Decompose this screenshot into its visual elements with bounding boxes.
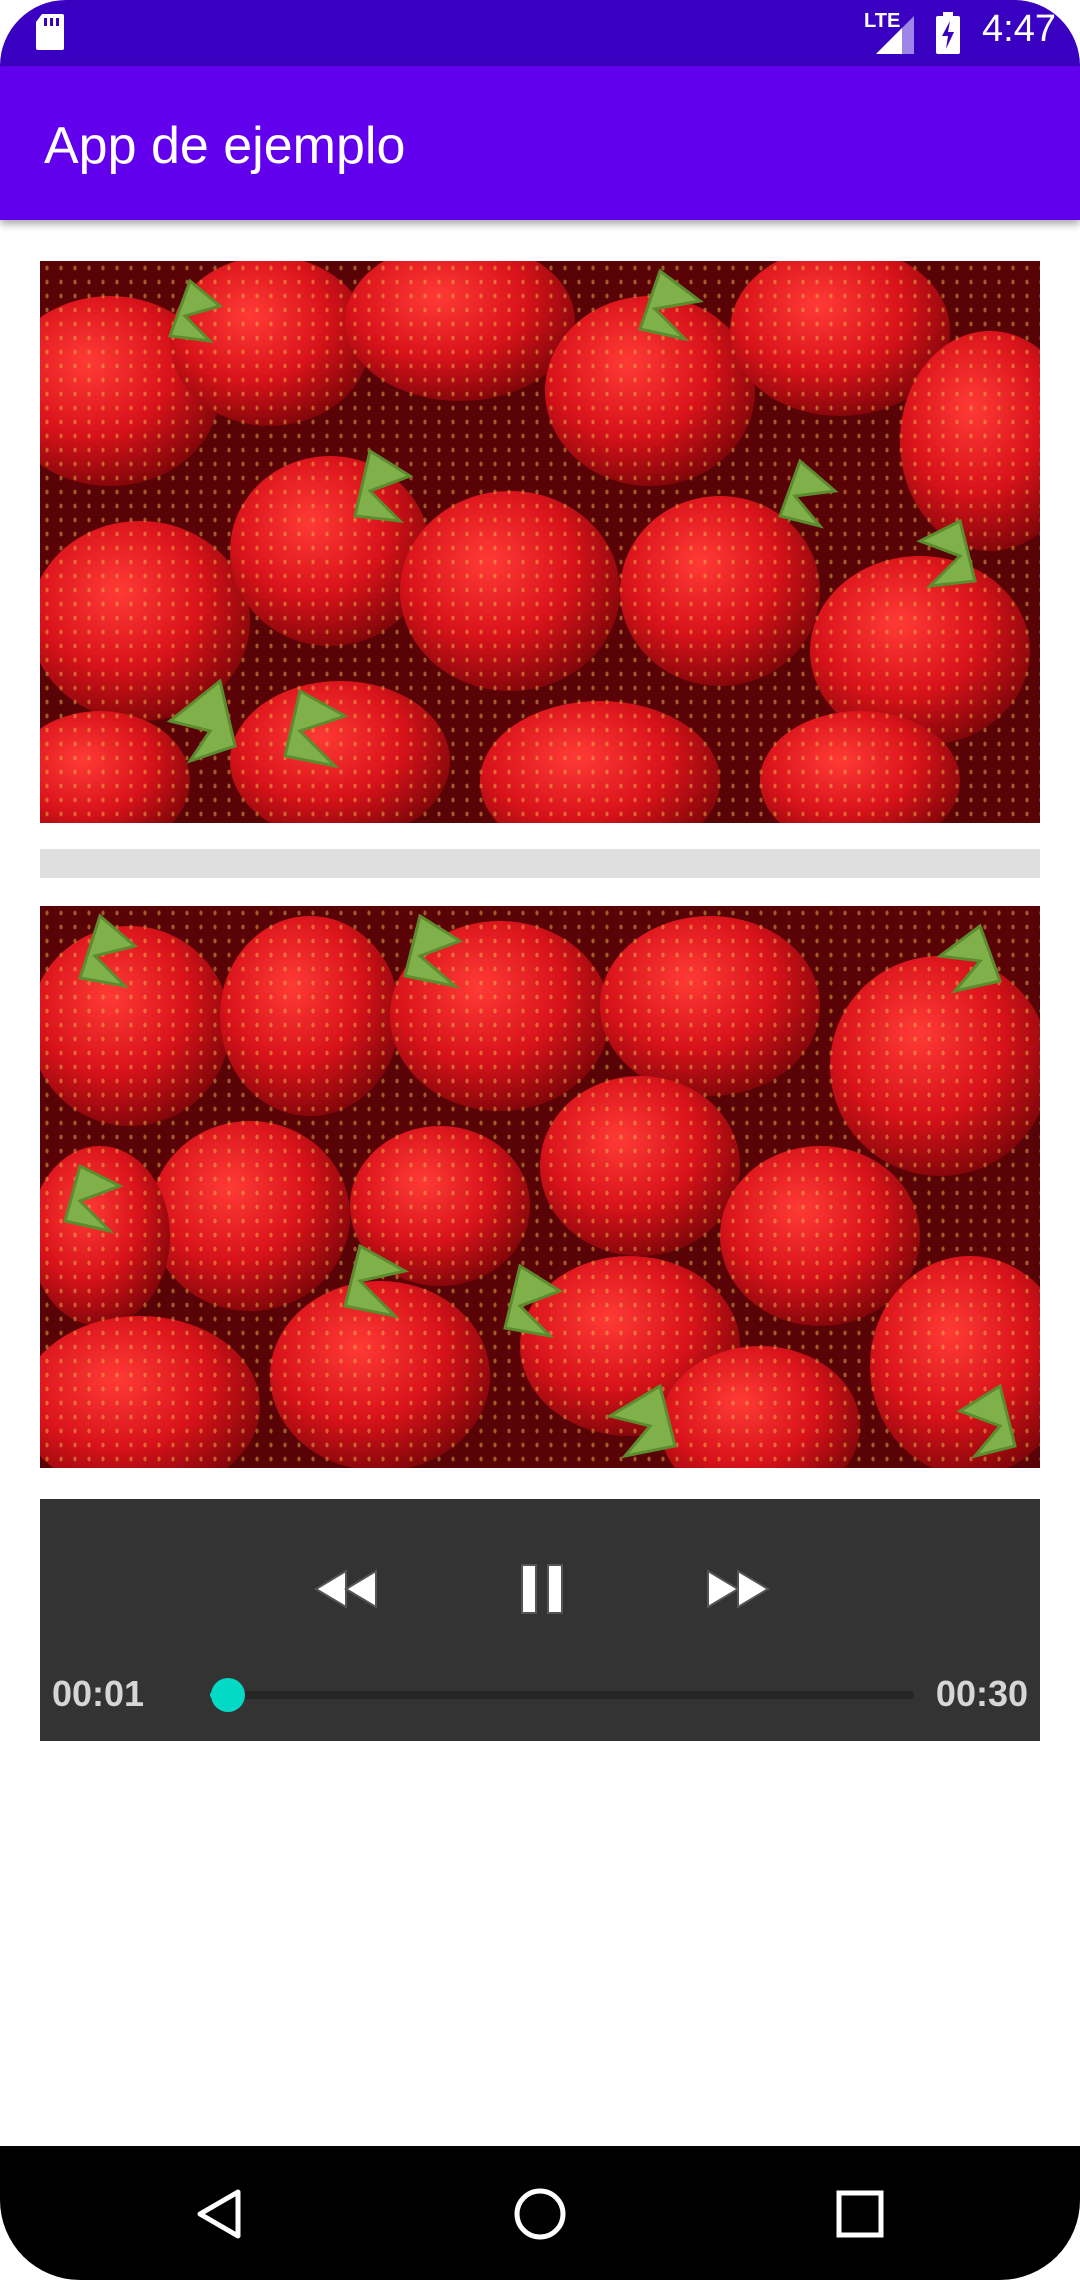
recents-icon[interactable] (830, 2184, 890, 2244)
home-icon[interactable] (510, 2184, 570, 2244)
seek-thumb[interactable] (210, 1678, 245, 1712)
app-title: App de ejemplo (44, 117, 406, 175)
back-icon[interactable] (190, 2184, 250, 2244)
status-clock: 4:47 (982, 8, 1056, 50)
status-bar: LTE 4:47 (0, 0, 1080, 66)
strawberries-picture (40, 906, 1040, 1468)
signal-icon (876, 16, 914, 54)
seek-bar[interactable] (210, 1678, 914, 1712)
app-bar: App de ejemplo (0, 66, 1080, 220)
strawberries-image-1 (40, 261, 1040, 823)
placeholder-bar (40, 849, 1040, 878)
strawberries-image-2 (40, 906, 1040, 1468)
navigation-bar (0, 2146, 1080, 2280)
rewind-icon[interactable] (306, 1557, 386, 1621)
pause-icon[interactable] (502, 1557, 582, 1621)
current-time: 00:01 (52, 1673, 145, 1714)
sd-card-icon (36, 14, 64, 50)
media-controller: 00:01 00:30 (40, 1499, 1040, 1741)
total-time: 00:30 (935, 1673, 1028, 1714)
battery-charging-icon (936, 12, 960, 54)
fast-forward-icon[interactable] (698, 1557, 778, 1621)
strawberries-picture (40, 261, 1040, 823)
